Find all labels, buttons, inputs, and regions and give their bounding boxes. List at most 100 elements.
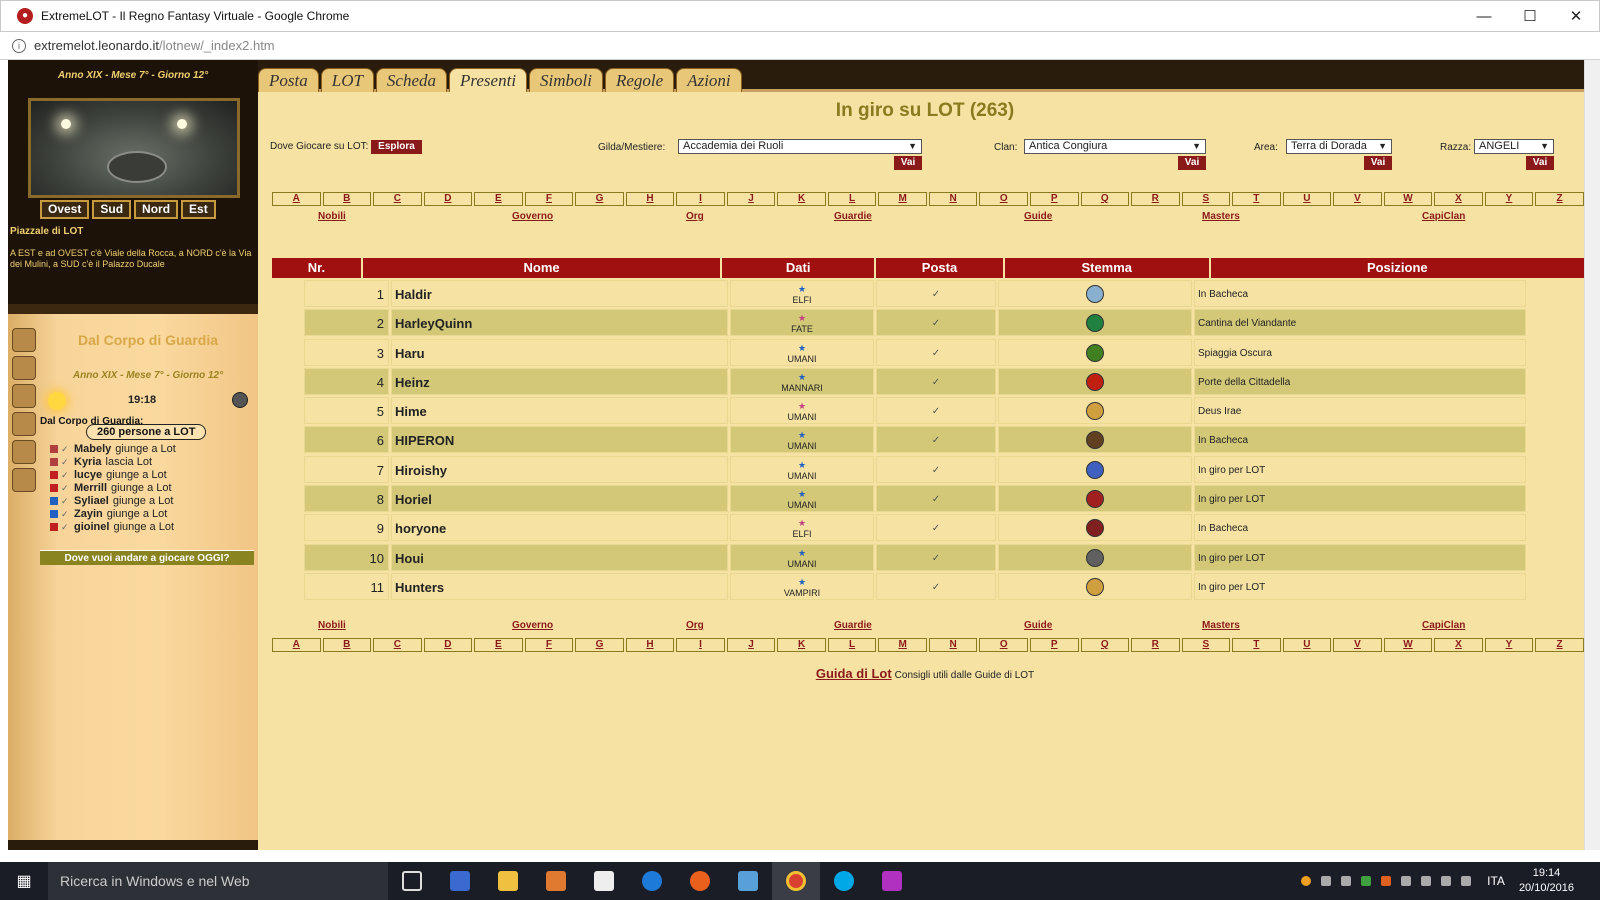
url-text[interactable]: extremelot.leonardo.it/lotnew/_index2.ht… [34,38,275,53]
letter-link-v[interactable]: V [1333,638,1382,652]
gilda-select[interactable]: Accademia dei Ruoli ▼ [678,139,922,154]
east-button[interactable]: Est [181,200,216,219]
notification-icon[interactable] [1461,876,1472,886]
address-bar[interactable]: i extremelot.leonardo.it/lotnew/_index2.… [0,32,1600,60]
row-name[interactable]: horyone [391,514,728,542]
letter-link-z[interactable]: Z [1535,192,1584,206]
category-link-capiclan[interactable]: CapiClan [1422,620,1465,631]
people-app-icon[interactable] [724,862,772,900]
task-view-icon[interactable] [388,862,436,900]
letter-link-i[interactable]: I [676,192,725,206]
category-link-masters[interactable]: Masters [1202,620,1240,631]
row-name[interactable]: HarleyQuinn [391,309,728,337]
clan-vai-button[interactable]: Vai [1178,156,1206,170]
firefox-icon[interactable] [676,862,724,900]
letter-link-a[interactable]: A [272,192,321,206]
emblem-icon[interactable] [1086,548,1104,567]
category-link-guide[interactable]: Guide [1024,211,1052,222]
letter-link-e[interactable]: E [474,638,523,652]
gilda-vai-button[interactable]: Vai [894,156,922,170]
input-language[interactable]: ITA [1487,874,1505,888]
vertical-scrollbar[interactable] [1584,60,1600,850]
edge-icon[interactable] [628,862,676,900]
letter-link-v[interactable]: V [1333,192,1382,206]
letter-link-z[interactable]: Z [1535,638,1584,652]
emblem-icon[interactable] [1086,402,1104,421]
event-user[interactable]: lucye [74,469,102,481]
category-link-guardie[interactable]: Guardie [834,211,872,222]
letter-link-d[interactable]: D [423,638,473,652]
taskbar-clock[interactable]: 19:14 20/10/2016 [1519,866,1574,896]
tab-scheda[interactable]: Scheda [375,68,448,92]
category-link-org[interactable]: Org [686,620,704,631]
tab-regole[interactable]: Regole [605,68,675,92]
onedrive-icon[interactable] [1321,876,1332,886]
castle-icon[interactable] [12,468,36,492]
letter-link-l[interactable]: L [827,638,877,652]
letter-link-k[interactable]: K [777,192,826,206]
emblem-icon[interactable] [1086,577,1104,596]
emblem-icon[interactable] [1086,460,1104,479]
row-name[interactable]: Heinz [391,367,728,395]
letter-link-f[interactable]: F [524,638,574,652]
mail-icon[interactable]: ✓ [61,470,69,479]
event-user[interactable]: gioinel [74,521,109,533]
letter-link-r[interactable]: R [1131,192,1180,206]
category-link-capiclan[interactable]: CapiClan [1422,211,1465,222]
letter-link-u[interactable]: U [1282,192,1332,206]
south-button[interactable]: Sud [92,200,132,219]
letter-link-g[interactable]: G [575,638,624,652]
event-user[interactable]: Kyria [74,456,102,468]
row-name[interactable]: Hiroishy [391,455,728,483]
write-mail-icon[interactable]: ✓ [932,582,940,593]
emblem-icon[interactable] [1086,343,1104,362]
scroll-icon[interactable] [12,356,36,380]
letter-link-j[interactable]: J [726,638,776,652]
book-icon[interactable] [12,384,36,408]
mail-icon[interactable]: ✓ [61,483,69,492]
letter-link-t[interactable]: T [1232,192,1281,206]
tab-presenti[interactable]: Presenti [449,68,528,92]
phpstorm-icon[interactable] [868,862,916,900]
tab-azioni[interactable]: Azioni [676,68,742,92]
write-mail-icon[interactable]: ✓ [932,553,940,564]
write-mail-icon[interactable]: ✓ [932,318,940,329]
tab-simboli[interactable]: Simboli [529,68,603,92]
letter-link-w[interactable]: W [1383,638,1433,652]
category-link-nobili[interactable]: Nobili [318,211,346,222]
minimize-icon[interactable]: — [1461,1,1507,31]
letter-link-d[interactable]: D [423,192,473,206]
mail-icon[interactable]: ✓ [61,457,69,466]
row-name[interactable]: Hunters [391,572,728,600]
letter-link-p[interactable]: P [1029,638,1079,652]
letter-link-w[interactable]: W [1383,192,1433,206]
chrome-taskbar-icon[interactable] [772,862,820,900]
north-button[interactable]: Nord [134,200,179,219]
row-name[interactable]: Houi [391,543,728,571]
category-link-nobili[interactable]: Nobili [318,620,346,631]
close-icon[interactable]: ✕ [1553,1,1599,31]
mail-app-icon[interactable] [436,862,484,900]
letter-link-h[interactable]: H [625,638,675,652]
mail-icon[interactable]: ✓ [61,509,69,518]
row-name[interactable]: Hime [391,397,728,425]
media-player-icon[interactable] [532,862,580,900]
potion-icon[interactable] [12,440,36,464]
category-link-masters[interactable]: Masters [1202,211,1240,222]
letter-link-c[interactable]: C [373,638,422,652]
letter-link-f[interactable]: F [524,192,574,206]
area-select[interactable]: Terra di Dorada ▼ [1286,139,1392,154]
letter-link-i[interactable]: I [676,638,725,652]
emblem-icon[interactable] [1086,490,1104,509]
category-link-org[interactable]: Org [686,211,704,222]
letter-link-x[interactable]: X [1434,638,1483,652]
write-mail-icon[interactable]: ✓ [932,348,940,359]
file-explorer-icon[interactable] [484,862,532,900]
row-name[interactable]: Horiel [391,485,728,513]
category-link-guide[interactable]: Guide [1024,620,1052,631]
event-user[interactable]: Zayin [74,508,103,520]
letter-link-r[interactable]: R [1131,638,1180,652]
write-mail-icon[interactable]: ✓ [932,406,940,417]
letter-link-e[interactable]: E [474,192,523,206]
letter-link-u[interactable]: U [1282,638,1332,652]
